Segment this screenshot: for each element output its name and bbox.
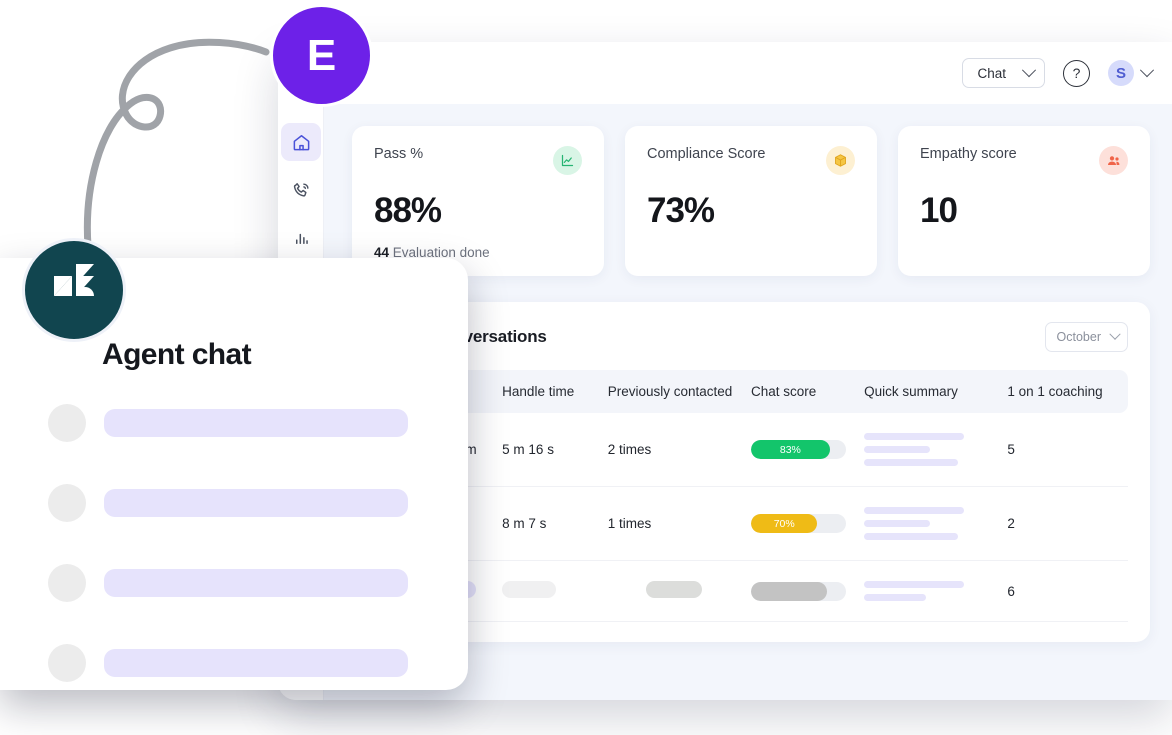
table-row[interactable]: Inbound team 5 m 16 s 2 times 83% — [374, 413, 1128, 487]
stat-label: Compliance Score — [647, 146, 766, 162]
cell-chat-score: 83% — [750, 413, 865, 487]
stat-label: Empathy score — [920, 146, 1017, 162]
avatar — [48, 644, 86, 682]
stat-card-pass-percent: Pass % 88% 44 Evaluation done — [352, 126, 604, 276]
list-item[interactable] — [48, 484, 408, 522]
table-header: Team name Handle time Previously contact… — [374, 370, 1128, 413]
chevron-down-icon — [1021, 63, 1037, 78]
agent-chat-title: Agent chat — [102, 338, 252, 371]
skeleton-pill — [104, 489, 408, 517]
cell-quick-summary — [864, 560, 1008, 622]
skeleton-pill — [645, 581, 702, 598]
stat-card-compliance-score: Compliance Score 73% — [625, 126, 877, 276]
chat-score-bar-fill: 70% — [750, 514, 818, 533]
connector-arrow-icon — [83, 38, 270, 250]
channel-select-dropdown[interactable]: Chat — [962, 58, 1045, 88]
cell-previously-contacted: 1 times — [607, 486, 751, 561]
chat-score-bar-fill — [750, 581, 827, 601]
stat-card-empathy-score: Empathy score 10 — [898, 126, 1150, 276]
line-chart-icon — [553, 146, 582, 175]
skeleton-pill — [502, 581, 557, 598]
cell-quick-summary — [864, 413, 1008, 487]
month-filter-label: October — [1056, 330, 1101, 344]
skeleton-line — [864, 459, 959, 466]
bar-chart-icon — [295, 233, 308, 244]
table-row[interactable]: Tech team 8 m 7 s 1 times 70% — [374, 486, 1128, 561]
cell-previously-contacted — [607, 560, 751, 622]
skeleton-line — [864, 433, 965, 440]
skeleton-line — [864, 507, 965, 514]
skeleton-pill — [104, 649, 408, 677]
chat-score-bar-fill: 83% — [750, 440, 830, 459]
month-filter-dropdown[interactable]: October — [1044, 322, 1128, 352]
avatar: S — [1108, 60, 1134, 86]
topbar-actions: Chat ? S — [962, 58, 1155, 88]
cell-previously-contacted: 2 times — [607, 413, 751, 487]
stat-value: 73% — [647, 191, 715, 230]
cell-handle-time — [502, 560, 608, 622]
evaluation-badge-letter: E — [306, 30, 337, 80]
stat-value: 10 — [920, 191, 958, 230]
chat-score-bar: 70% — [750, 514, 846, 533]
people-icon — [1099, 146, 1128, 175]
column-header-handle-time: Handle time — [502, 370, 608, 413]
phone-call-icon — [293, 182, 309, 197]
column-header-chat-score: Chat score — [750, 370, 865, 413]
user-menu[interactable]: S — [1108, 60, 1155, 86]
skeleton-line — [864, 533, 959, 540]
quick-summary-skeleton — [864, 433, 1007, 466]
sidebar-item-analytics[interactable] — [278, 214, 324, 262]
question-circle-icon[interactable]: ? — [1063, 59, 1090, 87]
cell-chat-score: 70% — [750, 486, 865, 561]
quick-summary-skeleton — [864, 581, 1007, 601]
stat-label: Pass % — [374, 146, 424, 162]
cell-coaching: 5 — [1007, 413, 1128, 487]
avatar — [48, 404, 86, 442]
chevron-down-icon — [1109, 328, 1121, 340]
stat-cards: Pass % 88% 44 Evaluation done Compliance… — [352, 126, 1150, 276]
table-row[interactable]: 6 — [374, 560, 1128, 622]
quick-summary-skeleton — [864, 507, 1007, 540]
cube-box-icon — [826, 146, 855, 175]
chat-score-bar — [750, 581, 846, 601]
cell-chat-score — [750, 560, 865, 622]
column-header-previously-contacted: Previously contacted — [607, 370, 751, 413]
column-header-quick-summary: Quick summary — [864, 370, 1008, 413]
skeleton-line — [864, 446, 931, 453]
zendesk-logo-icon — [54, 264, 94, 296]
column-header-coaching: 1 on 1 coaching — [1007, 370, 1128, 413]
avatar — [48, 564, 86, 602]
skeleton-line — [864, 581, 965, 588]
skeleton-pill — [104, 409, 408, 437]
conversations-table: Team name Handle time Previously contact… — [374, 370, 1128, 622]
evaluation-logo-badge: E — [270, 4, 373, 107]
home-icon — [293, 134, 309, 150]
sidebar-item-calls[interactable] — [278, 166, 324, 214]
app-topbar: .thu.ai Chat ? S — [278, 42, 1172, 104]
chevron-down-icon — [1139, 63, 1155, 78]
recent-conversations-card: Recent conversations October Team name H… — [352, 302, 1150, 642]
avatar — [48, 484, 86, 522]
list-item[interactable] — [48, 404, 408, 442]
cell-quick-summary — [864, 486, 1008, 561]
stat-value: 88% — [374, 191, 442, 230]
skeleton-line — [864, 520, 931, 527]
cell-coaching: 2 — [1007, 486, 1128, 561]
chat-score-bar: 83% — [750, 440, 846, 459]
skeleton-line — [864, 594, 927, 601]
cell-handle-time: 8 m 7 s — [502, 486, 608, 561]
list-item[interactable] — [48, 644, 408, 682]
skeleton-pill — [104, 569, 408, 597]
cell-coaching: 6 — [1007, 560, 1128, 622]
list-item[interactable] — [48, 564, 408, 602]
zendesk-logo-badge — [22, 238, 126, 342]
channel-select-label: Chat — [977, 65, 1006, 81]
sidebar-item-home[interactable] — [278, 118, 324, 166]
cell-handle-time: 5 m 16 s — [502, 413, 608, 487]
